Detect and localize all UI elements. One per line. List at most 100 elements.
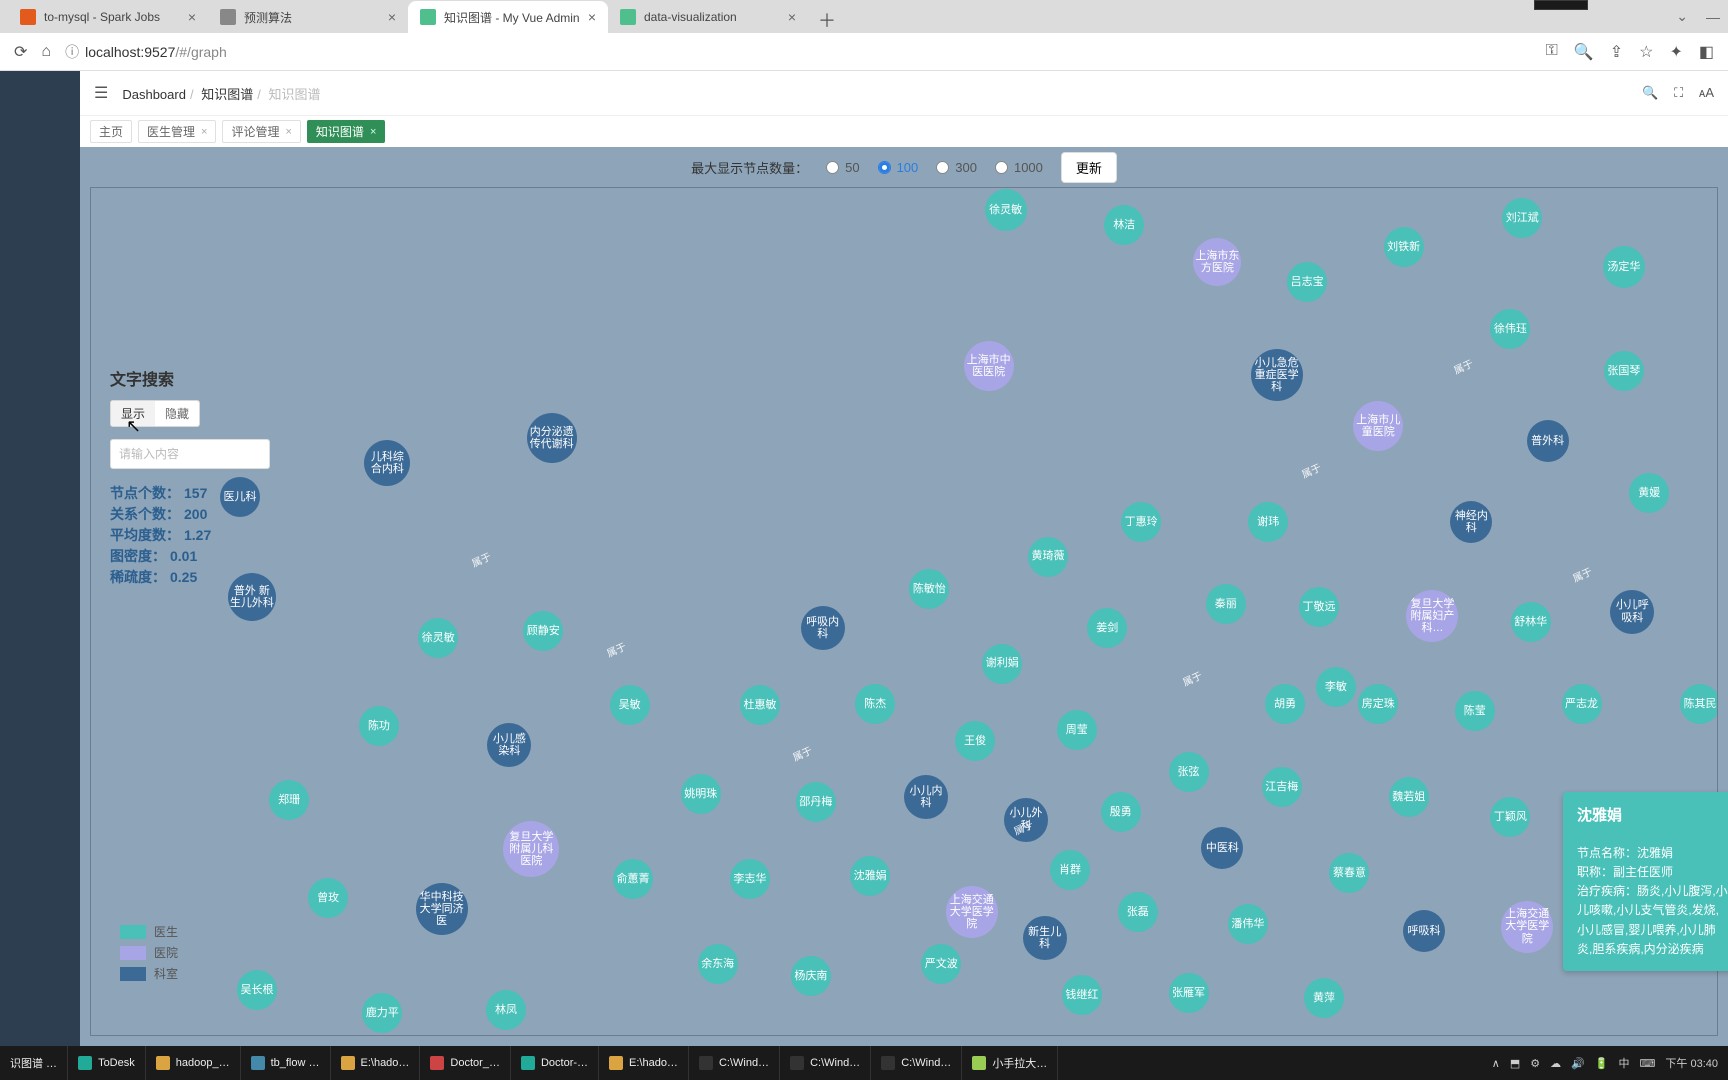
graph-node[interactable]: 儿科综合内科 <box>364 440 410 486</box>
graph-node[interactable]: 丁惠玲 <box>1121 502 1161 542</box>
key-icon[interactable]: ⚿ <box>1546 42 1558 62</box>
task-item[interactable]: tb_flow … <box>241 1046 331 1080</box>
task-item[interactable]: Doctor_… <box>420 1046 511 1080</box>
browser-tab[interactable]: to-mysql - Spark Jobs× <box>8 1 208 33</box>
close-icon[interactable]: × <box>201 126 207 138</box>
radio-1000[interactable]: 1000 <box>995 160 1043 175</box>
graph-node[interactable]: 江吉梅 <box>1262 767 1302 807</box>
graph-node[interactable]: 肖群 <box>1050 850 1090 890</box>
graph-node[interactable]: 俞蕙菁 <box>613 859 653 899</box>
graph-node[interactable]: 沈雅娟 <box>850 856 890 896</box>
graph-node[interactable]: 曾玫 <box>308 878 348 918</box>
task-item[interactable]: hadoop_… <box>146 1046 241 1080</box>
close-icon[interactable]: × <box>388 9 396 25</box>
panel-icon[interactable]: ◧ <box>1699 42 1714 62</box>
close-icon[interactable]: × <box>370 126 376 138</box>
graph-node[interactable]: 潘伟华 <box>1228 904 1268 944</box>
close-icon[interactable]: × <box>588 9 596 25</box>
font-size-icon[interactable]: ᴀA <box>1699 85 1714 100</box>
graph-node[interactable]: 秦丽 <box>1206 584 1246 624</box>
graph-node[interactable]: 小儿急危重症医学科 <box>1251 349 1303 401</box>
graph-node[interactable]: 内分泌遗传代谢科 <box>527 413 577 463</box>
graph-node[interactable]: 吴敏 <box>610 685 650 725</box>
graph-node[interactable]: 张国琴 <box>1604 351 1644 391</box>
graph-node[interactable]: 徐灵敏 <box>985 189 1027 231</box>
graph-node[interactable]: 张磊 <box>1118 892 1158 932</box>
text-toggle[interactable]: 显示 隐藏 <box>110 400 200 427</box>
graph-node[interactable]: 张雁军 <box>1169 973 1209 1013</box>
task-item[interactable]: 小手拉大… <box>962 1046 1058 1080</box>
new-tab-button[interactable]: ＋ <box>808 7 846 33</box>
nav-sidebar[interactable] <box>0 71 80 1046</box>
system-tray[interactable]: ∧⬒⚙☁🔊🔋中⌨ 下午 03:40 <box>1482 1055 1728 1071</box>
graph-node[interactable]: 徐灵敏 <box>418 618 458 658</box>
url-input[interactable]: ⓘlocalhost:9527/#/graph <box>65 42 1532 62</box>
graph-node[interactable]: 徐伟珏 <box>1490 309 1530 349</box>
graph-node[interactable]: 普外科 <box>1527 420 1569 462</box>
browser-tab[interactable]: data-visualization× <box>608 1 808 33</box>
graph-node[interactable]: 小儿内科 <box>904 775 948 819</box>
graph-node[interactable]: 汤定华 <box>1603 246 1645 288</box>
clock[interactable]: 下午 03:40 <box>1665 1055 1718 1071</box>
graph-node[interactable]: 房定珠 <box>1358 684 1398 724</box>
browser-tab[interactable]: 预测算法× <box>208 1 408 33</box>
graph-node[interactable]: 蔡春意 <box>1329 853 1369 893</box>
radio-300[interactable]: 300 <box>936 160 977 175</box>
page-tab[interactable]: 评论管理× <box>222 120 300 143</box>
graph-node[interactable]: 陈其民 <box>1680 684 1718 724</box>
task-item[interactable]: C:\Wind… <box>871 1046 962 1080</box>
share-icon[interactable]: ⇪ <box>1610 42 1623 62</box>
graph-node[interactable]: 姜剑 <box>1087 608 1127 648</box>
menu-toggle-icon[interactable]: ☰ <box>94 83 108 103</box>
crumb-root[interactable]: Dashboard <box>122 87 186 102</box>
page-tab[interactable]: 主页 <box>90 120 132 143</box>
graph-node[interactable]: 复旦大学附属妇产科… <box>1406 590 1458 642</box>
graph-node[interactable]: 刘江斌 <box>1502 198 1542 238</box>
graph-node[interactable]: 周莹 <box>1057 710 1097 750</box>
graph-node[interactable]: 黄琦薇 <box>1028 537 1068 577</box>
task-item[interactable]: E:\hado… <box>331 1046 421 1080</box>
graph-node[interactable]: 严志龙 <box>1562 684 1602 724</box>
graph-node[interactable]: 丁颖风 <box>1490 797 1530 837</box>
task-item[interactable]: Doctor-… <box>511 1046 599 1080</box>
graph-node[interactable]: 刘铁新 <box>1384 227 1424 267</box>
reload-icon[interactable]: ⟳ <box>14 42 27 62</box>
graph-node[interactable]: 呼吸内科 <box>801 606 845 650</box>
graph-node[interactable]: 上海交通大学医学院 <box>946 886 998 938</box>
task-item[interactable]: C:\Wind… <box>689 1046 780 1080</box>
graph-node[interactable]: 林洁 <box>1104 205 1144 245</box>
search-input[interactable] <box>110 439 270 469</box>
graph-node[interactable]: 谢利娟 <box>982 644 1022 684</box>
graph-node[interactable]: 邵丹梅 <box>796 782 836 822</box>
graph-node[interactable]: 李志华 <box>730 859 770 899</box>
search-icon[interactable]: 🔍 <box>1642 85 1658 100</box>
graph-node[interactable]: 陈敏怡 <box>909 569 949 609</box>
task-item[interactable]: C:\Wind… <box>780 1046 871 1080</box>
minimize-icon[interactable]: — <box>1706 9 1720 25</box>
graph-node[interactable]: 钱继红 <box>1062 975 1102 1015</box>
graph-node[interactable]: 呼吸科 <box>1403 910 1445 952</box>
graph-node[interactable]: 魏若姐 <box>1389 777 1429 817</box>
graph-node[interactable]: 李敏 <box>1316 667 1356 707</box>
toggle-hide[interactable]: 隐藏 <box>155 401 199 426</box>
zoom-icon[interactable]: 🔍 <box>1574 42 1594 62</box>
graph-node[interactable]: 顾静安 <box>523 611 563 651</box>
graph-node[interactable]: 丁敬远 <box>1299 587 1339 627</box>
chevron-down-icon[interactable]: ⌄ <box>1676 8 1688 25</box>
graph-node[interactable]: 新生儿科 <box>1023 916 1067 960</box>
graph-node[interactable]: 胡勇 <box>1265 684 1305 724</box>
graph-node[interactable]: 陈莹 <box>1455 691 1495 731</box>
graph-node[interactable]: 陈功 <box>359 706 399 746</box>
task-item[interactable]: ToDesk <box>68 1046 146 1080</box>
extensions-icon[interactable]: ✦ <box>1669 42 1682 62</box>
graph-node[interactable]: 小儿呼吸科 <box>1610 590 1654 634</box>
graph-node[interactable]: 林凤 <box>486 990 526 1030</box>
graph-node[interactable]: 殷勇 <box>1101 792 1141 832</box>
graph-node[interactable]: 上海市东方医院 <box>1193 238 1241 286</box>
windows-taskbar[interactable]: 识图谱 … ToDesk hadoop_… tb_flow … E:\hado…… <box>0 1046 1728 1080</box>
graph-canvas[interactable]: 徐灵敏林洁刘江斌刘铁新汤定华吕志宝上海市东方医院徐伟珏张国琴上海市中医医院小儿急… <box>90 187 1718 1036</box>
radio-100[interactable]: 100 <box>878 160 919 175</box>
home-icon[interactable]: ⌂ <box>41 43 51 61</box>
close-icon[interactable]: × <box>285 126 291 138</box>
graph-node[interactable]: 余东海 <box>698 944 738 984</box>
